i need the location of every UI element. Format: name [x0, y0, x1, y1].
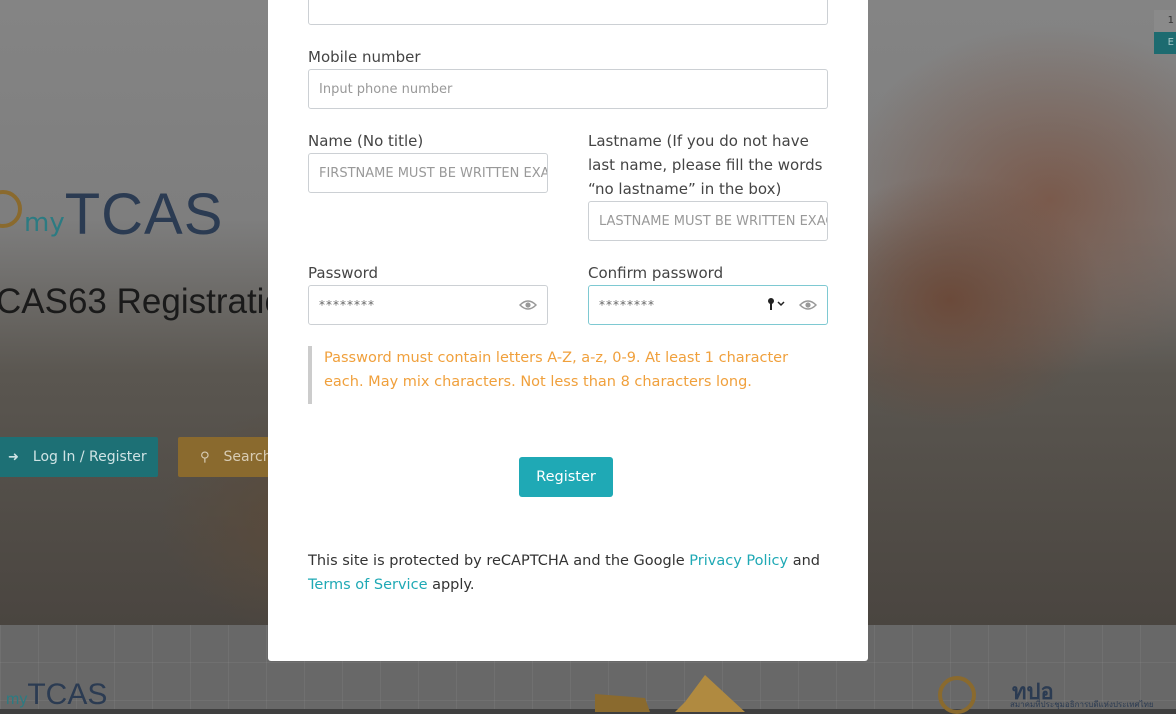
firstname-input[interactable]: FIRSTNAME MUST BE WRITTEN EXA — [308, 153, 548, 193]
show-confirm-password-eye-icon[interactable] — [799, 299, 817, 311]
register-button[interactable]: Register — [519, 457, 613, 497]
lastname-input[interactable]: LASTNAME MUST BE WRITTEN EXAC — [588, 201, 828, 241]
confirm-password-label: Confirm password — [588, 264, 724, 282]
lastname-label: Lastname (If you do not have last name, … — [588, 132, 823, 198]
password-input[interactable]: ******** — [308, 285, 548, 325]
name-label: Name (No title) — [308, 132, 424, 150]
password-value: ******** — [319, 298, 375, 312]
footer-logo-tcas: TCAS — [27, 678, 108, 711]
logo-my-text: my — [24, 208, 65, 238]
sign-in-icon: ➜ — [8, 449, 19, 465]
privacy-policy-link[interactable]: Privacy Policy — [689, 553, 788, 569]
terms-of-service-link[interactable]: Terms of Service — [308, 577, 427, 593]
footer-logo-my: my — [6, 691, 28, 708]
partner-subtitle: สมาคมที่ประชุมอธิการบดีแห่งประเทศไทย — [1010, 700, 1154, 709]
search-label: Search — [223, 449, 272, 465]
footer-partner-logo: ทปอ สมาคมที่ประชุมอธิการบดีแห่งประเทศไทย — [938, 676, 1158, 714]
recaptcha-and: and — [788, 553, 821, 569]
mobile-label: Mobile number — [308, 48, 421, 66]
confirm-password-value: ******** — [599, 298, 655, 312]
login-register-button[interactable]: ➜ Log In / Register — [0, 437, 158, 477]
login-register-label: Log In / Register — [32, 449, 147, 465]
background-logo: my TCAS — [0, 182, 223, 247]
mobile-input[interactable]: Input phone number — [308, 69, 828, 109]
show-password-eye-icon[interactable] — [519, 299, 537, 311]
corner-bottom-label: E — [1154, 32, 1176, 54]
password-requirements-notice: Password must contain letters A-Z, a-z, … — [308, 346, 828, 404]
partner-emblem-icon — [938, 676, 976, 714]
footer-decoration-icon — [595, 675, 745, 712]
confirm-password-input[interactable]: ******** — [588, 285, 828, 325]
email-field[interactable] — [308, 0, 828, 25]
footer-logo: myTCAS — [6, 678, 107, 712]
recaptcha-notice: This site is protected by reCAPTCHA and … — [308, 549, 848, 597]
corner-top-label: 1 — [1154, 10, 1176, 32]
logo-emblem-icon — [0, 190, 22, 228]
recaptcha-prefix: This site is protected by reCAPTCHA and … — [308, 553, 690, 569]
search-icon: ⚲ — [200, 449, 210, 465]
password-label: Password — [308, 264, 379, 282]
language-switcher[interactable]: 1 E — [1154, 10, 1176, 55]
logo-tcas-text: TCAS — [64, 181, 224, 247]
password-manager-key-icon[interactable] — [766, 297, 786, 311]
recaptcha-suffix: apply. — [427, 577, 475, 593]
background-page-title: CAS63 Registratio — [0, 282, 284, 321]
